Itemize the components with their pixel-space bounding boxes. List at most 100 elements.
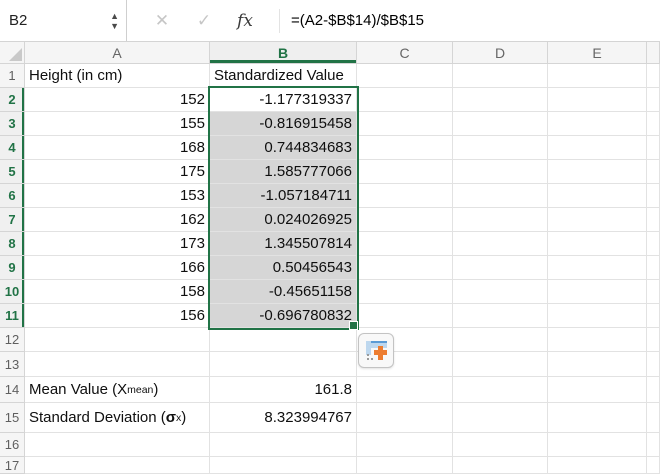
cell-F17[interactable] (647, 457, 660, 474)
column-header-d[interactable]: D (453, 42, 548, 64)
cell-E9[interactable] (548, 256, 647, 280)
cell-E17[interactable] (548, 457, 647, 474)
cell-D12[interactable] (453, 328, 548, 352)
cell-D13[interactable] (453, 352, 548, 377)
cell-A11[interactable]: 156 (25, 304, 210, 328)
cell-F2[interactable] (647, 88, 660, 112)
cell-B17[interactable] (210, 457, 357, 474)
spinner-up-icon[interactable]: ▲ (110, 11, 119, 20)
cell-C3[interactable] (357, 112, 453, 136)
cell-A10[interactable]: 158 (25, 280, 210, 304)
formula-input[interactable]: =(A2-$B$14)/$B$15 (291, 12, 424, 29)
enter-icon[interactable]: ✓ (183, 11, 225, 31)
cell-F14[interactable] (647, 377, 660, 403)
cell-B2[interactable]: -1.177319337 (210, 88, 357, 112)
row-header-9[interactable]: 9 (0, 256, 25, 280)
column-header-a[interactable]: A (25, 42, 210, 64)
cell-F7[interactable] (647, 208, 660, 232)
cell-B8[interactable]: 1.345507814 (210, 232, 357, 256)
cell-C14[interactable] (357, 377, 453, 403)
cell-A9[interactable]: 166 (25, 256, 210, 280)
cell-D2[interactable] (453, 88, 548, 112)
cell-B3[interactable]: -0.816915458 (210, 112, 357, 136)
row-header-5[interactable]: 5 (0, 160, 25, 184)
cell-A16[interactable] (25, 433, 210, 457)
row-header-17[interactable]: 17 (0, 457, 25, 474)
cell-C8[interactable] (357, 232, 453, 256)
cell-B14[interactable]: 161.8 (210, 377, 357, 403)
cell-D4[interactable] (453, 136, 548, 160)
cell-F11[interactable] (647, 304, 660, 328)
cell-A4[interactable]: 168 (25, 136, 210, 160)
column-header-b[interactable]: B (210, 42, 357, 64)
cell-A1[interactable]: Height (in cm) (25, 64, 210, 88)
cell-C16[interactable] (357, 433, 453, 457)
cell-C7[interactable] (357, 208, 453, 232)
cell-C15[interactable] (357, 403, 453, 433)
cell-E1[interactable] (548, 64, 647, 88)
cell-E6[interactable] (548, 184, 647, 208)
row-header-11[interactable]: 11 (0, 304, 25, 328)
cell-C4[interactable] (357, 136, 453, 160)
cell-F4[interactable] (647, 136, 660, 160)
cell-D7[interactable] (453, 208, 548, 232)
cell-D1[interactable] (453, 64, 548, 88)
cell-F10[interactable] (647, 280, 660, 304)
cell-A13[interactable] (25, 352, 210, 377)
cell-F16[interactable] (647, 433, 660, 457)
cell-B6[interactable]: -1.057184711 (210, 184, 357, 208)
cell-E10[interactable] (548, 280, 647, 304)
cell-A3[interactable]: 155 (25, 112, 210, 136)
column-header-e[interactable]: E (548, 42, 647, 64)
name-box-spinner[interactable]: ▲ ▼ (110, 11, 119, 30)
row-header-2[interactable]: 2 (0, 88, 25, 112)
cell-E11[interactable] (548, 304, 647, 328)
cell-E16[interactable] (548, 433, 647, 457)
row-header-13[interactable]: 13 (0, 352, 25, 377)
row-header-3[interactable]: 3 (0, 112, 25, 136)
cell-C10[interactable] (357, 280, 453, 304)
name-box[interactable]: B2 ▲ ▼ (0, 0, 127, 41)
quick-analysis-button[interactable] (358, 333, 394, 368)
cell-A6[interactable]: 153 (25, 184, 210, 208)
cancel-icon[interactable]: ✕ (141, 11, 183, 31)
cell-A8[interactable]: 173 (25, 232, 210, 256)
column-header-f[interactable] (647, 42, 660, 64)
cell-D5[interactable] (453, 160, 548, 184)
row-header-1[interactable]: 1 (0, 64, 25, 88)
row-header-16[interactable]: 16 (0, 433, 25, 457)
cell-E7[interactable] (548, 208, 647, 232)
cell-B1[interactable]: Standardized Value (210, 64, 357, 88)
cell-D15[interactable] (453, 403, 548, 433)
cell-F8[interactable] (647, 232, 660, 256)
cell-A14[interactable]: Mean Value (X mean) (25, 377, 210, 403)
cell-E5[interactable] (548, 160, 647, 184)
cell-C9[interactable] (357, 256, 453, 280)
cell-A15[interactable]: Standard Deviation (σ x) (25, 403, 210, 433)
cell-C11[interactable] (357, 304, 453, 328)
cell-E15[interactable] (548, 403, 647, 433)
cell-D6[interactable] (453, 184, 548, 208)
cell-A5[interactable]: 175 (25, 160, 210, 184)
column-header-c[interactable]: C (357, 42, 453, 64)
cell-B11[interactable]: -0.696780832 (210, 304, 357, 328)
row-header-14[interactable]: 14 (0, 377, 25, 403)
insert-function-icon[interactable]: fx (225, 11, 265, 31)
cell-D17[interactable] (453, 457, 548, 474)
cell-D16[interactable] (453, 433, 548, 457)
cell-F3[interactable] (647, 112, 660, 136)
cell-E3[interactable] (548, 112, 647, 136)
cell-D10[interactable] (453, 280, 548, 304)
cell-C1[interactable] (357, 64, 453, 88)
row-header-15[interactable]: 15 (0, 403, 25, 433)
cell-F13[interactable] (647, 352, 660, 377)
cell-E2[interactable] (548, 88, 647, 112)
cell-B9[interactable]: 0.50456543 (210, 256, 357, 280)
cell-C6[interactable] (357, 184, 453, 208)
cell-E14[interactable] (548, 377, 647, 403)
cell-A12[interactable] (25, 328, 210, 352)
cell-B5[interactable]: 1.585777066 (210, 160, 357, 184)
cell-C17[interactable] (357, 457, 453, 474)
row-header-6[interactable]: 6 (0, 184, 25, 208)
cell-C5[interactable] (357, 160, 453, 184)
